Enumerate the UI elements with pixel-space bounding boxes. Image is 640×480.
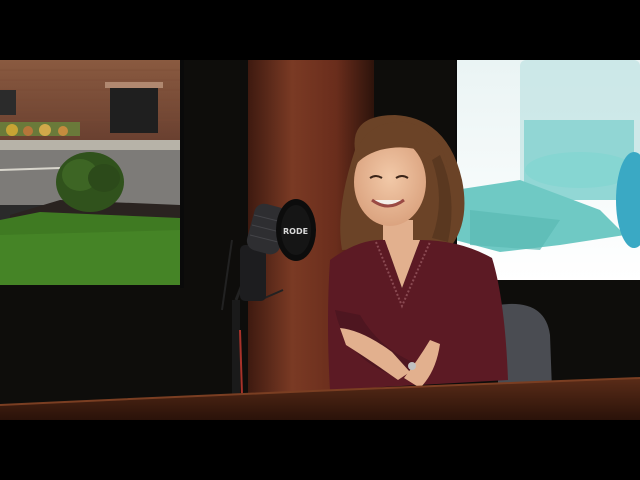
video-frame: RODE [0,60,640,420]
letterbox-frame: RODE [0,0,640,480]
studio-scene: RODE [0,60,640,420]
left-monitor-image [0,60,184,288]
microphone-brand-text: RODE [283,227,308,236]
right-monitor-image [455,60,640,282]
